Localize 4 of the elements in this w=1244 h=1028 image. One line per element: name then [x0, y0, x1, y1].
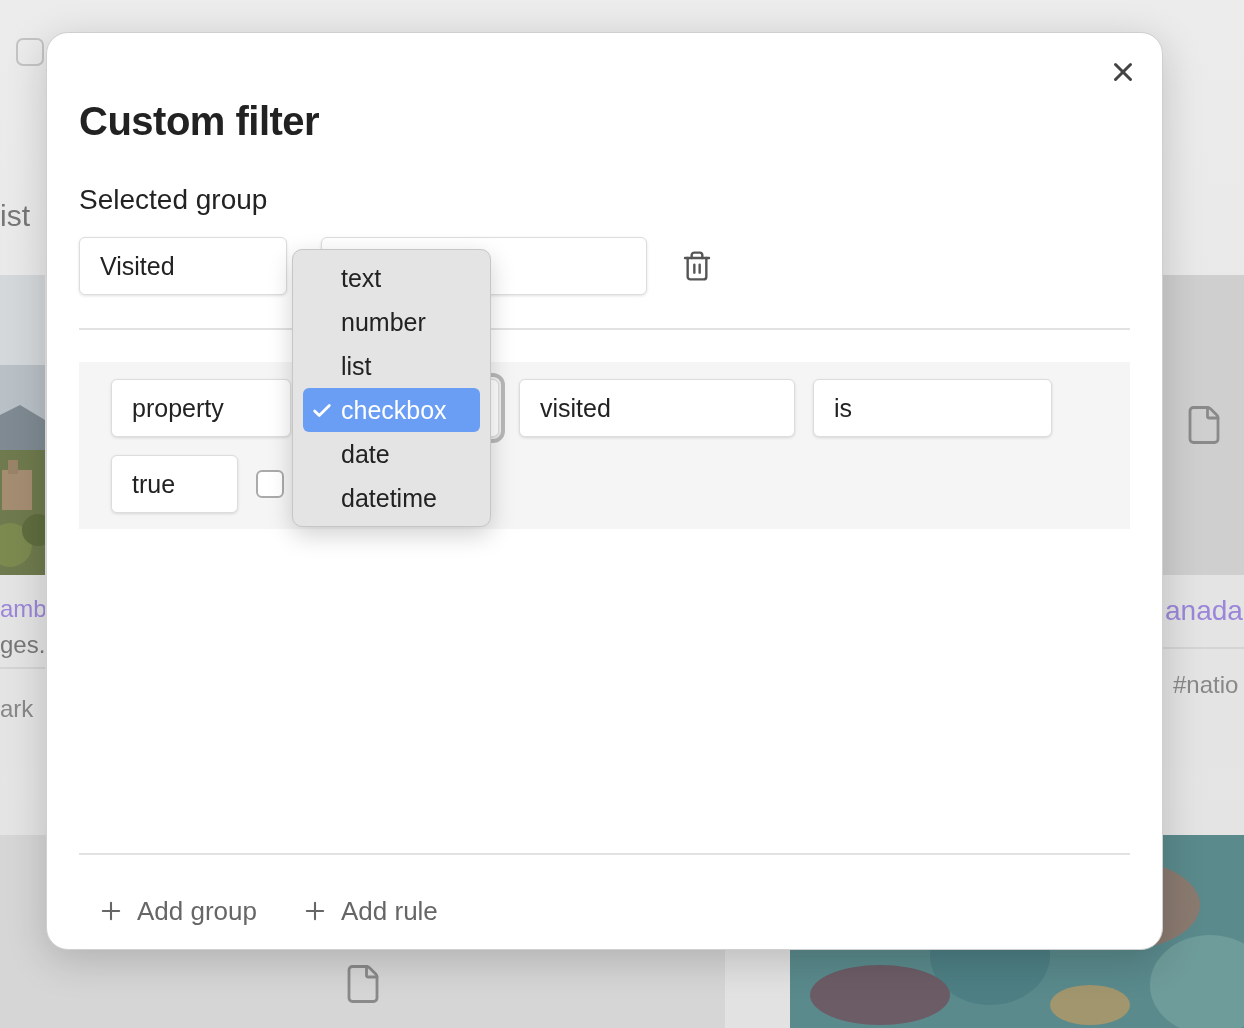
- section-label: Selected group: [79, 183, 269, 217]
- card-description: ges.: [0, 630, 45, 660]
- heading-text: ist: [0, 199, 30, 233]
- dialog-title: Custom filter: [79, 99, 321, 143]
